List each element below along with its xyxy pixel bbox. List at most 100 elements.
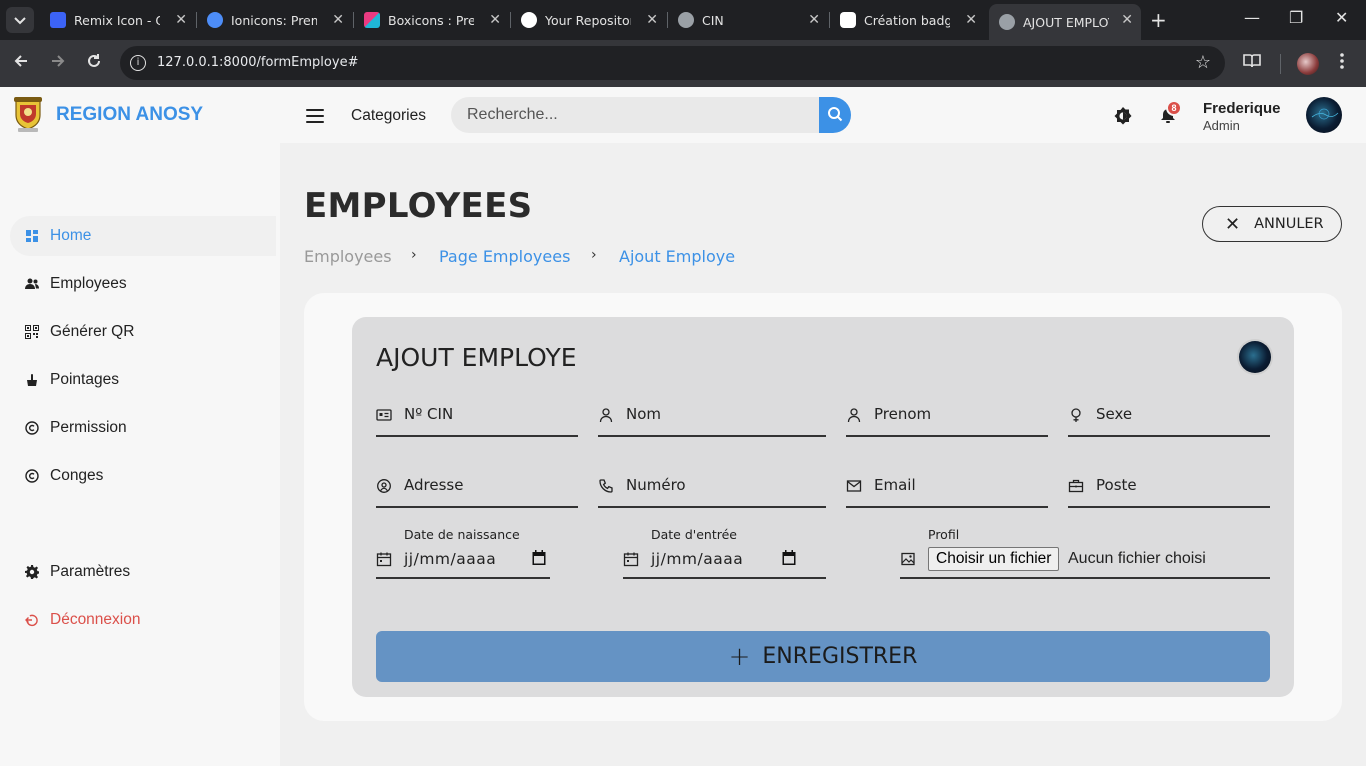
sidebar-item-employees[interactable]: Employees <box>10 264 276 304</box>
brand-name[interactable]: REGION ANOSY <box>56 104 203 126</box>
id-card-icon <box>376 409 392 421</box>
boxicons-favicon-icon <box>364 12 380 28</box>
browser-tab[interactable]: Boxicons : Premi ✕ <box>354 4 509 36</box>
search-form <box>451 97 851 133</box>
numero-field <box>598 464 826 508</box>
form-card: AJOUT EMPLOYE Nº CIN Nom Prenom Sexe Adr… <box>304 293 1342 721</box>
numero-input[interactable] <box>626 470 824 500</box>
sidebar-item-label: Déconnexion <box>50 611 141 628</box>
theme-toggle-icon[interactable] <box>1113 106 1133 126</box>
breadcrumb-employees[interactable]: Employees <box>304 247 392 266</box>
calendar-icon <box>376 552 392 567</box>
chevron-right-icon: › <box>411 247 417 263</box>
back-icon[interactable] <box>12 52 30 75</box>
sidebar-item-parametres[interactable]: Paramètres <box>10 552 276 592</box>
profil-label: Profil <box>928 527 960 542</box>
close-window-icon[interactable]: ✕ <box>1335 8 1348 27</box>
users-icon <box>24 276 40 292</box>
poste-field <box>1068 464 1270 508</box>
reading-list-icon[interactable] <box>1242 52 1262 74</box>
sidebar-item-generer-qr[interactable]: Générer QR <box>10 312 276 352</box>
close-tab-icon[interactable]: ✕ <box>646 12 658 28</box>
date-entree-input[interactable]: jj/mm/aaaa <box>651 550 743 568</box>
adresse-field <box>376 464 578 508</box>
sexe-input[interactable] <box>1096 399 1268 429</box>
calendar-picker-icon[interactable] <box>532 550 546 566</box>
github-favicon-icon <box>521 12 537 28</box>
reload-icon[interactable] <box>85 52 103 75</box>
browser-tab-active[interactable]: AJOUT EMPLOYE ✕ <box>989 4 1141 40</box>
browser-tab[interactable]: Ionicons: Premiu ✕ <box>197 4 352 36</box>
new-tab-icon[interactable]: + <box>1150 8 1167 32</box>
sidebar-item-label: Conges <box>50 467 104 484</box>
sidebar-item-home[interactable]: Home <box>8 212 280 260</box>
app-header: REGION ANOSY Categories 8 Frederique Adm… <box>0 87 1366 143</box>
remixicon-favicon-icon <box>50 12 66 28</box>
browser-tab[interactable]: CIN ✕ <box>668 4 828 36</box>
sidebar-item-deconnexion[interactable]: Déconnexion <box>10 600 276 640</box>
phone-icon <box>599 479 613 493</box>
close-tab-icon[interactable]: ✕ <box>175 12 187 28</box>
close-tab-icon[interactable]: ✕ <box>1121 12 1133 28</box>
user-name: Frederique <box>1203 100 1281 117</box>
close-tab-icon[interactable]: ✕ <box>332 12 344 28</box>
user-icon <box>599 408 613 423</box>
calendar-picker-icon[interactable] <box>782 550 796 566</box>
pointer-icon <box>24 372 40 388</box>
gear-icon <box>24 564 40 580</box>
sidebar-item-conges[interactable]: Conges <box>10 456 276 496</box>
adresse-input[interactable] <box>404 470 576 500</box>
breadcrumb-page-employees[interactable]: Page Employees <box>439 247 570 266</box>
browser-toolbar: i 127.0.0.1:8000/formEmploye# ☆ <box>0 40 1366 87</box>
nom-input[interactable] <box>626 399 824 429</box>
sidebar-item-permission[interactable]: Permission <box>10 408 276 448</box>
browser-tab[interactable]: Remix Icon - Ope ✕ <box>40 4 195 36</box>
site-info-icon[interactable]: i <box>130 55 146 71</box>
breadcrumb-ajout-employe[interactable]: Ajout Employe <box>619 247 735 266</box>
sidebar-item-label: Permission <box>50 419 127 436</box>
date-naissance-label: Date de naissance <box>404 527 520 542</box>
search-input[interactable] <box>451 97 819 133</box>
female-icon <box>1071 408 1081 422</box>
openai-favicon-icon <box>840 12 856 28</box>
save-button[interactable]: + ENREGISTRER <box>376 631 1270 682</box>
browser-profile-avatar[interactable] <box>1297 53 1319 75</box>
poste-input[interactable] <box>1096 470 1268 500</box>
date-naissance-input[interactable]: jj/mm/aaaa <box>404 550 496 568</box>
user-avatar[interactable] <box>1306 97 1342 133</box>
browser-tab[interactable]: Création badge ✕ <box>830 4 985 36</box>
choose-file-button[interactable]: Choisir un fichier <box>928 547 1060 571</box>
address-bar[interactable]: i 127.0.0.1:8000/formEmploye# ☆ <box>120 46 1225 80</box>
forward-icon[interactable] <box>49 52 67 75</box>
search-button[interactable] <box>819 97 851 133</box>
email-field <box>846 464 1048 508</box>
nom-field <box>598 393 826 437</box>
sidebar-item-pointages[interactable]: Pointages <box>10 360 276 400</box>
browser-tab[interactable]: Your Repositorie ✕ <box>511 4 666 36</box>
url-text[interactable]: 127.0.0.1:8000/formEmploye# <box>157 55 358 70</box>
sidebar: Home Employees Générer QR Pointages Perm… <box>0 143 280 766</box>
cin-field <box>376 393 578 437</box>
notification-bell-icon[interactable]: 8 <box>1158 100 1182 126</box>
restore-icon[interactable]: ❐ <box>1289 8 1303 27</box>
categories-link[interactable]: Categories <box>351 107 426 125</box>
close-tab-icon[interactable]: ✕ <box>965 12 977 28</box>
cin-input[interactable] <box>404 399 576 429</box>
email-input[interactable] <box>874 470 1046 500</box>
tab-search-button[interactable] <box>6 7 34 33</box>
bookmark-star-icon[interactable]: ☆ <box>1195 52 1211 73</box>
user-role: Admin <box>1203 118 1240 133</box>
form-title: AJOUT EMPLOYE <box>376 343 577 372</box>
page-title: EMPLOYEES <box>304 186 533 226</box>
close-tab-icon[interactable]: ✕ <box>808 12 820 28</box>
image-icon <box>901 552 915 566</box>
close-tab-icon[interactable]: ✕ <box>489 12 501 28</box>
logout-icon <box>24 612 40 628</box>
prenom-input[interactable] <box>874 399 1046 429</box>
menu-toggle-icon[interactable] <box>306 109 324 123</box>
minimize-icon[interactable]: — <box>1244 8 1260 27</box>
browser-menu-icon[interactable] <box>1340 52 1344 74</box>
cancel-button[interactable]: ✕ ANNULER <box>1202 206 1342 242</box>
briefcase-icon <box>1068 479 1084 493</box>
calendar-icon <box>623 552 639 567</box>
